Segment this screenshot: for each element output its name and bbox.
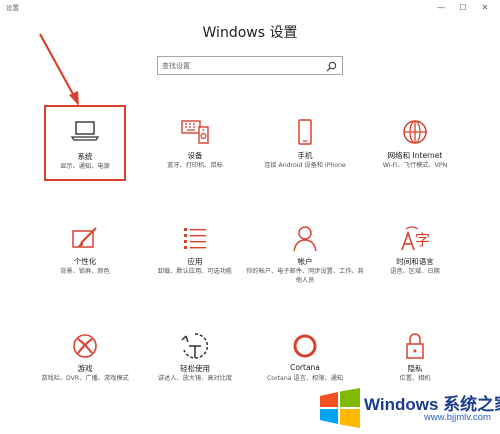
globe-icon bbox=[403, 120, 427, 144]
devices-icon bbox=[181, 120, 209, 144]
tile-gaming[interactable]: 游戏 游戏栏、DVR、广播、游戏模式 bbox=[40, 320, 130, 398]
tile-description: 蓝牙、打印机、鼠标 bbox=[167, 162, 223, 169]
tile-description: 语音、区域、日期 bbox=[390, 268, 440, 275]
phone-icon bbox=[298, 119, 312, 145]
tile-personalization[interactable]: 个性化 背景、锁屏、颜色 bbox=[40, 213, 130, 291]
tile-time-language[interactable]: 字 时间和语言 语音、区域、日期 bbox=[370, 213, 460, 291]
svg-text:字: 字 bbox=[415, 231, 430, 249]
person-icon bbox=[293, 226, 317, 252]
search-input[interactable] bbox=[162, 59, 322, 72]
search-box[interactable] bbox=[157, 56, 343, 75]
search-icon[interactable] bbox=[326, 61, 337, 72]
apps-icon bbox=[184, 228, 206, 249]
watermark: Windows 系统之家 www.bjjmlv.com bbox=[312, 380, 500, 434]
tile-name: 时间和语言 bbox=[396, 257, 434, 266]
minimize-button[interactable]: — bbox=[430, 0, 452, 14]
tile-accounts[interactable]: 帐户 你的帐户、电子邮件、同步设置、工作、其他人员 bbox=[246, 213, 364, 291]
tile-apps[interactable]: 应用 卸载、默认应用、可选功能 bbox=[150, 213, 240, 291]
time-language-icon: 字 bbox=[401, 226, 430, 251]
tile-description: 连接 Android 设备和 iPhone bbox=[264, 162, 346, 169]
laptop-icon bbox=[70, 121, 100, 141]
tile-description: 你的帐户、电子邮件、同步设置、工作、其他人员 bbox=[246, 268, 364, 284]
personalization-icon bbox=[72, 227, 97, 248]
title-bar: 设置 — ☐ ✕ bbox=[0, 0, 500, 14]
tile-name: 系统 bbox=[77, 152, 93, 161]
tile-network[interactable]: 网络和 Internet Wi-Fi、飞行模式、VPN bbox=[370, 107, 460, 185]
page-title: Windows 设置 bbox=[202, 25, 298, 41]
ease-of-access-icon bbox=[181, 333, 209, 359]
xbox-icon bbox=[73, 334, 97, 358]
lock-icon bbox=[406, 333, 424, 359]
tile-devices[interactable]: 设备 蓝牙、打印机、鼠标 bbox=[150, 107, 240, 185]
cortana-icon bbox=[293, 334, 317, 358]
tile-description: 显示、通知、电源 bbox=[60, 163, 110, 170]
tile-ease-of-access[interactable]: 轻松使用 讲述人、放大镜、高对比度 bbox=[150, 320, 240, 398]
tile-phone[interactable]: 手机 连接 Android 设备和 iPhone bbox=[260, 107, 350, 185]
tile-name: 网络和 Internet bbox=[387, 151, 443, 160]
tile-description: 卸载、默认应用、可选功能 bbox=[157, 268, 233, 275]
tile-description: Wi-Fi、飞行模式、VPN bbox=[382, 162, 448, 169]
maximize-button[interactable]: ☐ bbox=[452, 0, 474, 14]
watermark-url: www.bjjmlv.com bbox=[424, 412, 491, 423]
window-title: 设置 bbox=[6, 4, 19, 12]
close-button[interactable]: ✕ bbox=[474, 0, 496, 14]
tile-name: 隐私 bbox=[407, 364, 423, 373]
windows-logo-icon bbox=[320, 388, 360, 428]
tile-system[interactable]: 系统 显示、通知、电源 bbox=[44, 105, 126, 181]
